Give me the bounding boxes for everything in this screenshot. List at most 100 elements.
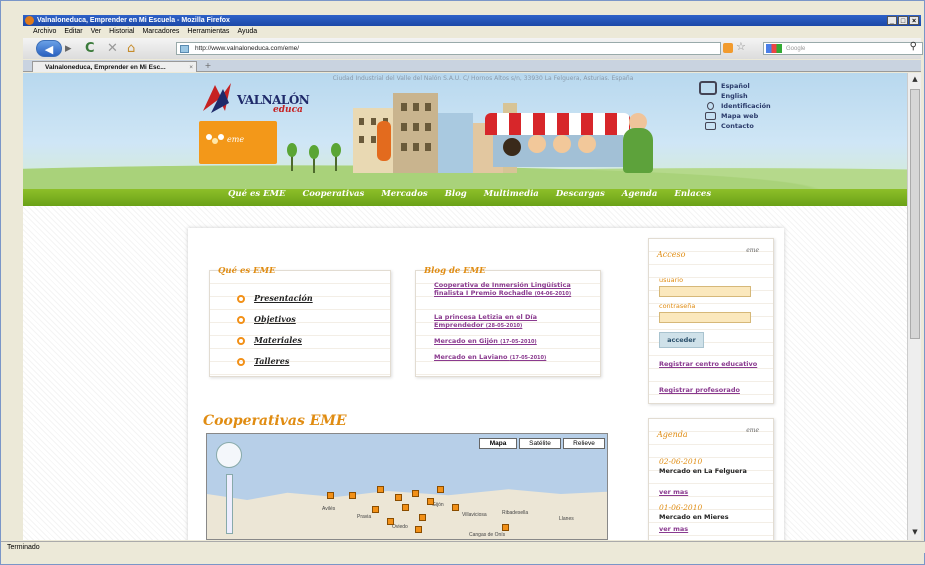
maximize-button[interactable]: □ xyxy=(898,16,908,25)
cooperativa-pin[interactable] xyxy=(419,514,426,521)
menu-historial[interactable]: Historial xyxy=(109,27,134,37)
link-presentacion[interactable]: Presentación xyxy=(254,293,313,303)
cooperativa-pin[interactable] xyxy=(372,506,379,513)
nav-multimedia[interactable]: Multimedia xyxy=(484,189,539,206)
tab-label: Valnaloneduca, Emprender en Mi Esc... xyxy=(45,64,166,71)
blog-post-4[interactable]: Mercado en Laviano (17-05-2010) xyxy=(434,353,574,362)
lang-english-label: English xyxy=(721,92,748,100)
cooperativas-title: Cooperativas EME xyxy=(203,413,347,429)
menu-ver[interactable]: Ver xyxy=(91,27,102,37)
valnalon-logo[interactable]: VALNALÓN educa xyxy=(201,81,310,117)
usuario-input[interactable] xyxy=(659,286,751,297)
cooperativa-pin[interactable] xyxy=(412,490,419,497)
reload-icon[interactable]: C xyxy=(85,41,95,56)
home-icon[interactable]: ⌂ xyxy=(127,41,135,56)
blog-post-3[interactable]: Mercado en Gijón (17-05-2010) xyxy=(434,337,574,346)
cooperativa-pin[interactable] xyxy=(377,486,384,493)
menu-editar[interactable]: Editar xyxy=(64,27,82,37)
agenda-more-2[interactable]: ver mas xyxy=(659,525,688,533)
cooperativa-pin[interactable] xyxy=(502,524,509,531)
cooperativa-pin[interactable] xyxy=(349,492,356,499)
blog-post-2[interactable]: La princesa Letizia en el Día Emprendedo… xyxy=(434,313,574,330)
close-button[interactable]: × xyxy=(909,16,919,25)
lang-espanol[interactable]: Español xyxy=(699,81,789,95)
map-type-mapa[interactable]: Mapa xyxy=(479,438,517,449)
stop-icon[interactable]: ✕ xyxy=(107,41,118,56)
bullet-icon xyxy=(237,358,245,366)
contrasena-input[interactable] xyxy=(659,312,751,323)
nav-descargas[interactable]: Descargas xyxy=(556,189,605,206)
tab-valnaloneduca[interactable]: Valnaloneduca, Emprender en Mi Esc... × xyxy=(32,61,197,72)
menu-archivo[interactable]: Archivo xyxy=(33,27,56,37)
contacto-link[interactable]: Contacto xyxy=(699,121,789,131)
navigation-toolbar: ◀ ▸ C ✕ ⌂ http://www.valnaloneduca.com/e… xyxy=(23,38,923,59)
search-icon[interactable]: ⚲ xyxy=(910,41,917,52)
map-zoom-slider[interactable] xyxy=(226,474,233,534)
eme-logo-small: eme xyxy=(746,427,759,434)
new-tab-icon[interactable]: + xyxy=(201,61,215,71)
cooperativas-map[interactable]: Mapa Satélite Relieve Avilés Oviedo Gijó… xyxy=(206,433,608,540)
nav-blog[interactable]: Blog xyxy=(445,189,467,206)
scroll-thumb[interactable] xyxy=(910,89,920,339)
buildings-illustration xyxy=(353,93,503,173)
nav-que-es-eme[interactable]: Qué es EME xyxy=(228,189,285,206)
cooperativa-pin[interactable] xyxy=(387,518,394,525)
registrar-centro-link[interactable]: Registrar centro educativo xyxy=(659,361,759,368)
bookmark-star-icon[interactable]: ☆ xyxy=(736,40,746,53)
url-bar[interactable]: http://www.valnaloneduca.com/eme/ xyxy=(176,42,721,55)
cooperativa-pin[interactable] xyxy=(437,486,444,493)
mail-icon xyxy=(705,122,716,130)
mapa-web-link[interactable]: Mapa web xyxy=(699,111,789,121)
market-awning xyxy=(485,113,630,135)
user-icon xyxy=(707,102,714,110)
map-place: Ribadesella xyxy=(502,510,529,516)
map-type-satelite[interactable]: Satélite xyxy=(519,438,561,449)
main-navigation: Qué es EME Cooperativas Mercados Blog Mu… xyxy=(23,189,907,206)
forward-icon[interactable]: ▸ xyxy=(65,41,72,56)
registrar-profesorado-link[interactable]: Registrar profesorado xyxy=(659,387,759,394)
lang-english[interactable]: English xyxy=(699,91,789,101)
cooperativa-pin[interactable] xyxy=(452,504,459,511)
seller-illustration xyxy=(623,128,653,173)
tree xyxy=(309,145,319,159)
map-type-relieve[interactable]: Relieve xyxy=(563,438,605,449)
tab-close-icon[interactable]: × xyxy=(189,62,193,73)
back-button[interactable]: ◀ xyxy=(36,40,62,57)
map-place: Pravia xyxy=(357,514,372,520)
cooperativa-pin[interactable] xyxy=(327,492,334,499)
menu-ayuda[interactable]: Ayuda xyxy=(237,27,257,37)
bullet-icon xyxy=(237,316,245,324)
search-box[interactable]: Google xyxy=(763,42,923,55)
cooperativa-pin[interactable] xyxy=(395,494,402,501)
scroll-up-icon[interactable]: ▲ xyxy=(910,75,920,85)
scroll-down-icon[interactable]: ▼ xyxy=(910,528,920,538)
nav-enlaces[interactable]: Enlaces xyxy=(674,189,711,206)
link-talleres[interactable]: Talleres xyxy=(254,356,289,366)
cooperativa-pin[interactable] xyxy=(415,526,422,533)
google-search-engine-icon[interactable] xyxy=(766,44,782,53)
blog-post-1[interactable]: Cooperativa de Inmersión Lingüística fin… xyxy=(434,281,574,298)
nav-mercados[interactable]: Mercados xyxy=(381,189,427,206)
menu-herramientas[interactable]: Herramientas xyxy=(187,27,229,37)
minimize-button[interactable]: _ xyxy=(887,16,897,25)
agenda-date-2: 01-06-2010 xyxy=(659,503,703,512)
site-favicon-icon xyxy=(180,45,189,53)
rss-icon[interactable] xyxy=(723,43,733,53)
agenda-more-1[interactable]: ver mas xyxy=(659,488,688,496)
map-pan-control[interactable] xyxy=(216,442,242,468)
map-place: Avilés xyxy=(322,506,336,512)
link-objetivos[interactable]: Objetivos xyxy=(254,314,296,324)
nav-agenda[interactable]: Agenda xyxy=(622,189,658,206)
identificacion-link[interactable]: Identificación xyxy=(699,101,789,111)
browser-window: Valnaloneduca, Emprender en Mi Escuela -… xyxy=(0,0,925,565)
contrasena-label: contraseña xyxy=(659,302,696,310)
acceder-button[interactable]: acceder xyxy=(659,332,704,348)
nav-cooperativas[interactable]: Cooperativas xyxy=(302,189,364,206)
link-materiales[interactable]: Materiales xyxy=(254,335,302,345)
child-illustration xyxy=(553,135,571,153)
menu-marcadores[interactable]: Marcadores xyxy=(142,27,179,37)
cooperativa-pin[interactable] xyxy=(427,498,434,505)
vertical-scrollbar[interactable]: ▲ ▼ xyxy=(907,73,921,540)
eme-badge[interactable]: eme xyxy=(199,121,277,164)
cooperativa-pin[interactable] xyxy=(402,504,409,511)
